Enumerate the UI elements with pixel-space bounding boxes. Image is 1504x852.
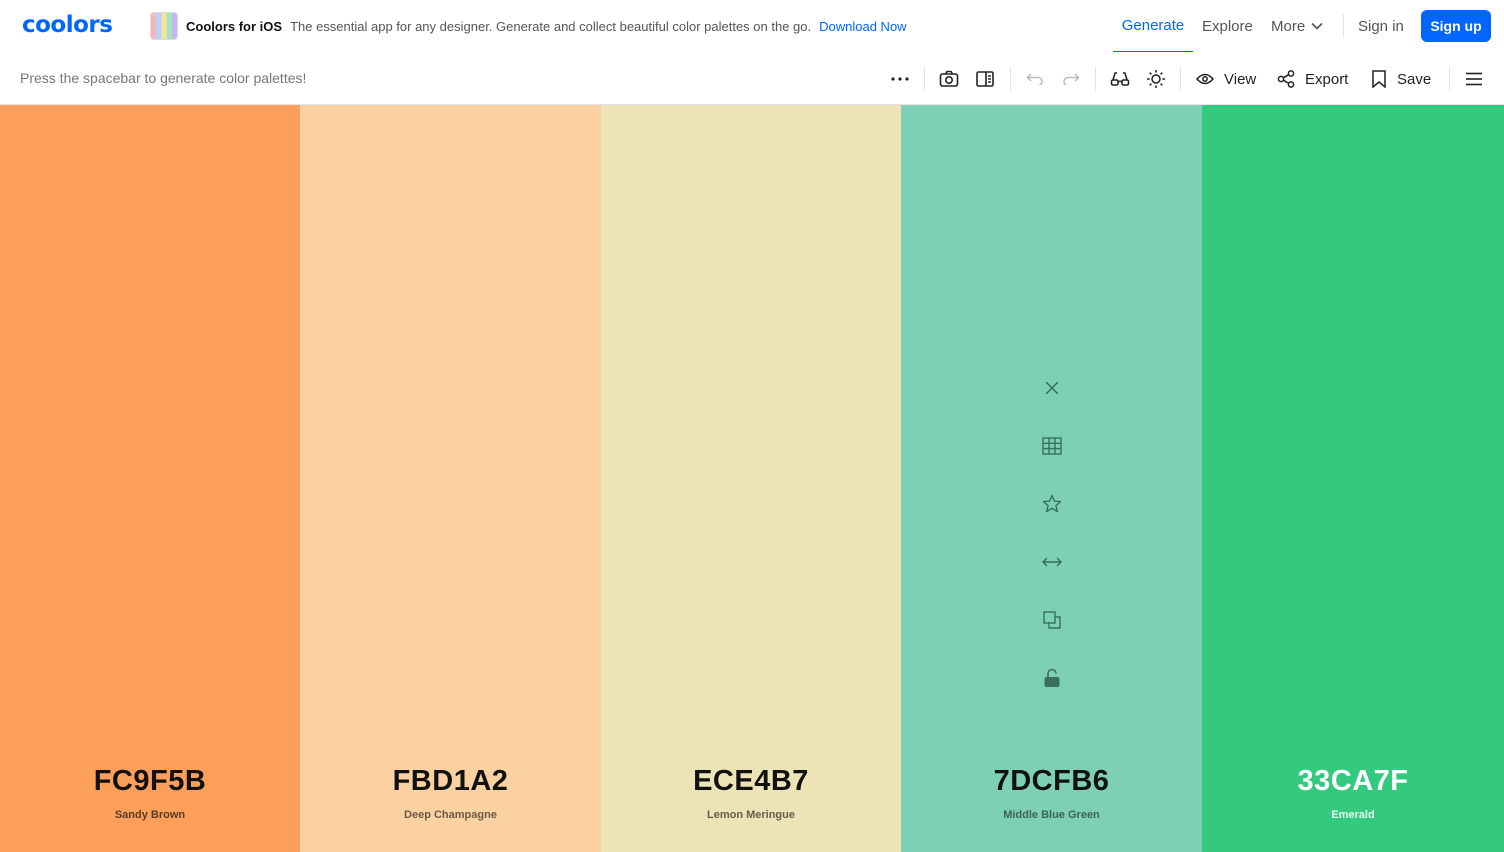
- promo-text: The essential app for any designer. Gene…: [290, 18, 812, 34]
- drag-arrows-icon[interactable]: [1039, 549, 1065, 575]
- toolbar-divider: [1095, 67, 1096, 91]
- color-name[interactable]: Lemon Meringue: [601, 809, 901, 821]
- bookmark-icon: [1372, 70, 1386, 88]
- save-button[interactable]: Save: [1371, 67, 1431, 91]
- color-palette: FC9F5B Sandy Brown FBD1A2 Deep Champagne…: [0, 105, 1504, 852]
- promo-title: Coolors for iOS: [186, 18, 283, 34]
- top-nav: coolors Coolors for iOS The essential ap…: [0, 0, 1504, 52]
- color-swatch[interactable]: ECE4B7 Lemon Meringue: [601, 105, 901, 852]
- color-swatch[interactable]: FBD1A2 Deep Champagne: [300, 105, 601, 852]
- side-panel-icon[interactable]: [973, 67, 997, 91]
- export-label: Export: [1305, 70, 1349, 88]
- download-now-link[interactable]: Download Now: [819, 19, 906, 34]
- spacebar-hint: Press the spacebar to generate color pal…: [20, 70, 307, 86]
- nav-generate[interactable]: Generate: [1113, 0, 1193, 52]
- eye-icon: [1196, 73, 1214, 85]
- generator-toolbar: Press the spacebar to generate color pal…: [0, 53, 1504, 105]
- nav-explore[interactable]: Explore: [1202, 0, 1253, 52]
- color-name[interactable]: Sandy Brown: [0, 809, 300, 821]
- ios-promo: Coolors for iOS The essential app for an…: [150, 12, 907, 40]
- camera-icon[interactable]: [937, 67, 961, 91]
- color-swatch[interactable]: 33CA7F Emerald: [1202, 105, 1504, 852]
- swatch-toolbar: [901, 375, 1202, 723]
- nav-more[interactable]: More: [1271, 0, 1323, 52]
- star-icon[interactable]: [1039, 491, 1065, 517]
- color-swatch[interactable]: FC9F5B Sandy Brown: [0, 105, 300, 852]
- hex-code[interactable]: ECE4B7: [601, 765, 901, 798]
- ios-app-thumbnail: [150, 12, 178, 40]
- hex-code[interactable]: 33CA7F: [1202, 765, 1504, 798]
- nav-more-label: More: [1271, 17, 1306, 35]
- grid-icon[interactable]: [1039, 433, 1065, 459]
- nav-divider: [1343, 14, 1344, 38]
- glasses-icon[interactable]: [1108, 67, 1132, 91]
- color-name[interactable]: Deep Champagne: [300, 809, 601, 821]
- hex-code[interactable]: FBD1A2: [300, 765, 601, 798]
- chevron-down-icon: [1311, 22, 1323, 30]
- color-name[interactable]: Emerald: [1202, 809, 1504, 821]
- sun-icon[interactable]: [1144, 67, 1168, 91]
- share-icon: [1277, 70, 1295, 88]
- toolbar-divider: [924, 67, 925, 91]
- view-label: View: [1224, 70, 1257, 88]
- close-icon[interactable]: [1039, 375, 1065, 401]
- view-button[interactable]: View: [1196, 67, 1256, 91]
- export-button[interactable]: Export: [1277, 67, 1348, 91]
- coolors-logo[interactable]: coolors: [22, 12, 113, 38]
- copy-icon[interactable]: [1039, 607, 1065, 633]
- unlock-icon[interactable]: [1039, 665, 1065, 691]
- color-name[interactable]: Middle Blue Green: [901, 809, 1202, 821]
- sign-up-button[interactable]: Sign up: [1421, 10, 1491, 42]
- toolbar-divider: [1010, 67, 1011, 91]
- toolbar-divider: [1449, 67, 1450, 91]
- hex-code[interactable]: FC9F5B: [0, 765, 300, 798]
- toolbar-divider: [1180, 67, 1181, 91]
- redo-icon[interactable]: [1059, 67, 1083, 91]
- undo-icon[interactable]: [1023, 67, 1047, 91]
- sign-in-link[interactable]: Sign in: [1358, 0, 1404, 52]
- save-label: Save: [1397, 70, 1432, 88]
- hamburger-icon[interactable]: [1462, 67, 1486, 91]
- color-swatch[interactable]: 7DCFB6 Middle Blue Green: [901, 105, 1202, 852]
- more-dots-icon[interactable]: [888, 67, 912, 91]
- hex-code[interactable]: 7DCFB6: [901, 765, 1202, 798]
